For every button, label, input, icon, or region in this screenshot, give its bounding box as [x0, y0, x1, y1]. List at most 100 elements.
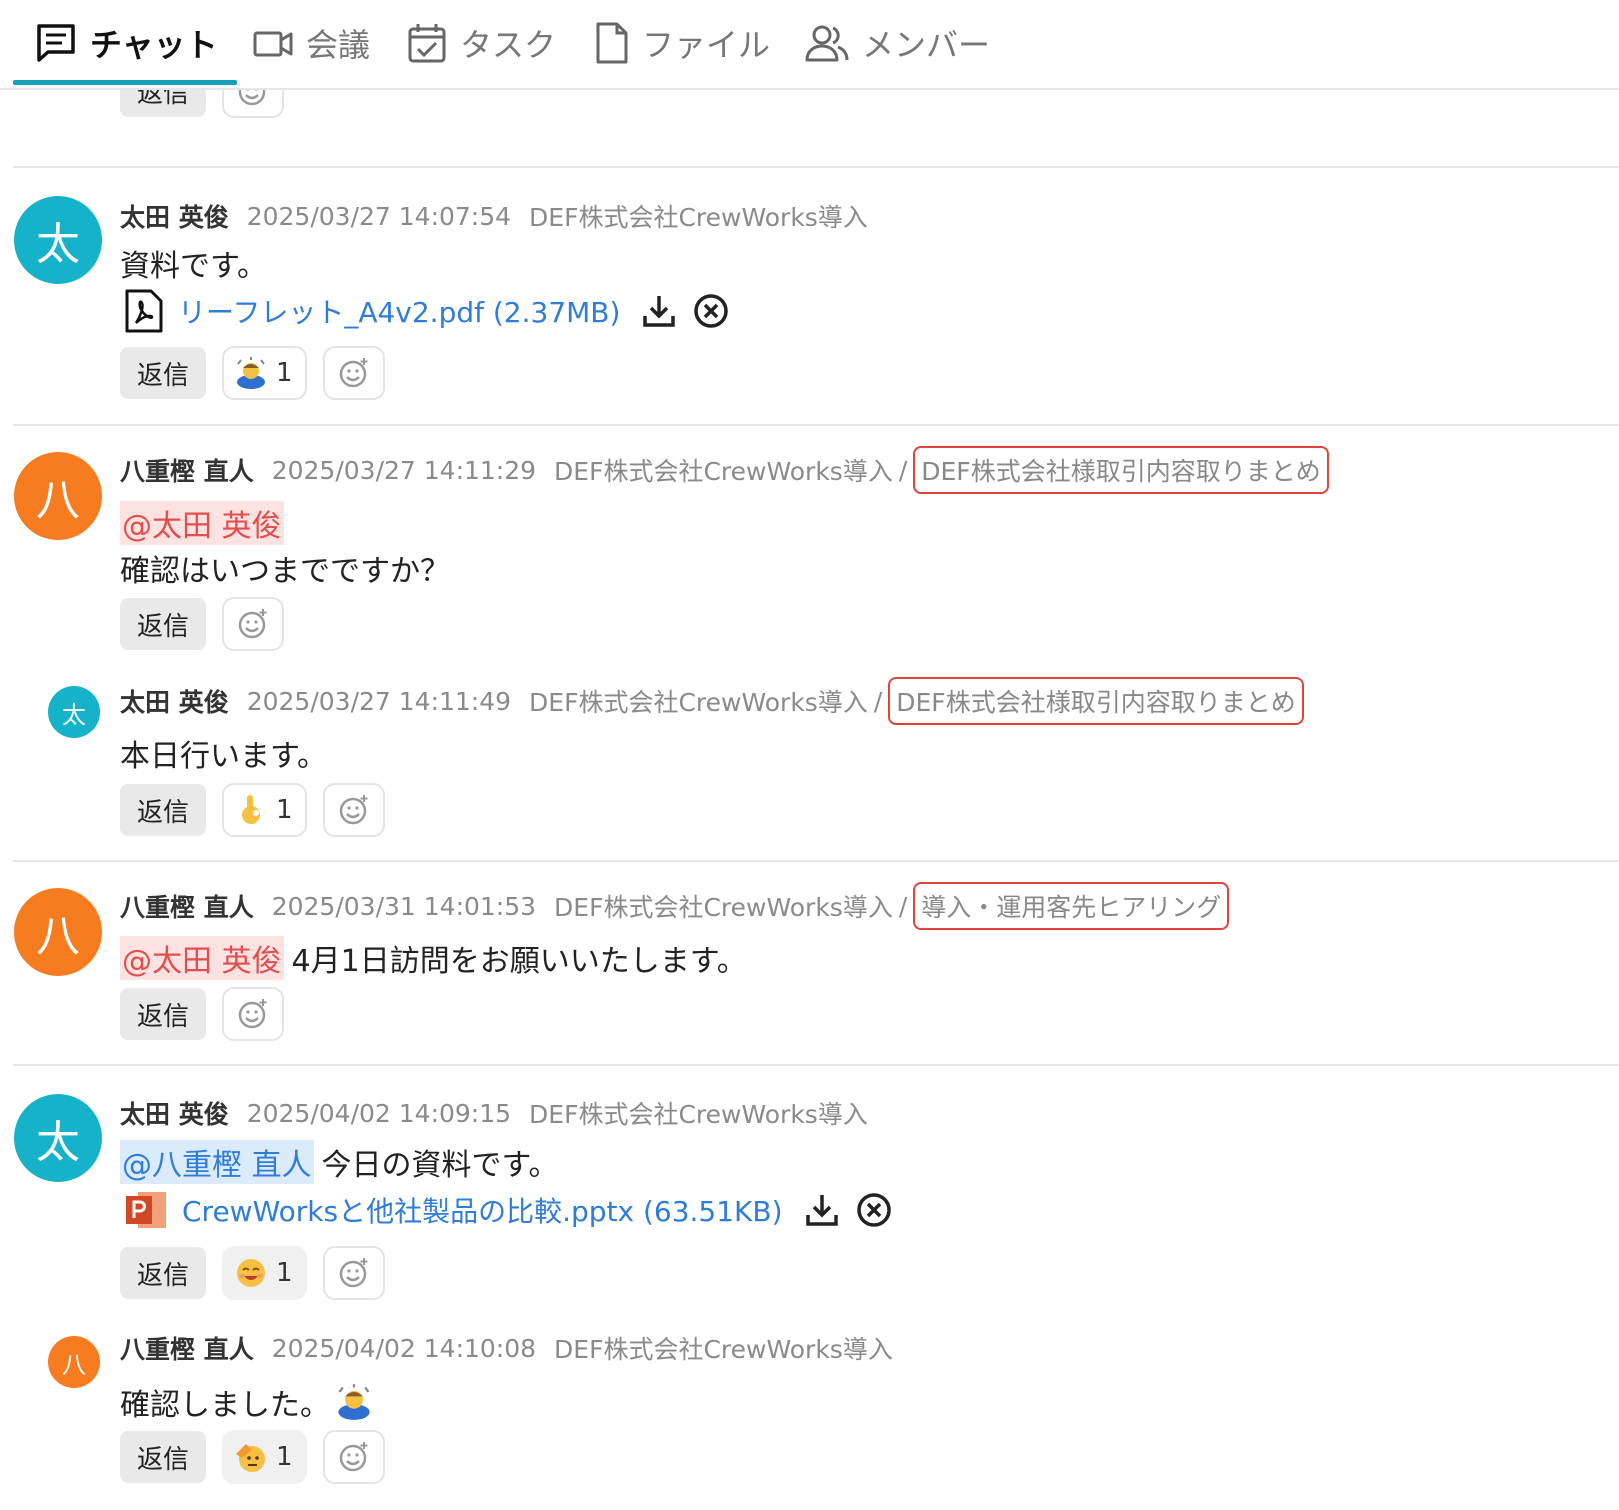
channel-name[interactable]: DEF株式会社CrewWorks導入: [554, 888, 893, 924]
reaction-chip[interactable]: 1: [222, 1430, 307, 1484]
message-header: 八重樫 直人 2025/04/02 14:10:08 DEF株式会社CrewWo…: [120, 1330, 893, 1366]
tab-task-label: タスク: [460, 26, 557, 64]
file-link[interactable]: リーフレット_A4v2.pdf (2.37MB): [178, 291, 620, 331]
active-tab-indicator: [13, 80, 237, 85]
channel-name[interactable]: DEF株式会社CrewWorks導入: [529, 683, 868, 719]
message-header: 太田 英俊 2025/03/27 14:07:54 DEF株式会社CrewWor…: [120, 198, 868, 234]
path-separator: /: [898, 455, 908, 485]
message-text: 資料です。: [120, 249, 267, 284]
message-text: 確認しました。: [120, 1380, 374, 1424]
message-actions: 返信 1: [120, 1430, 385, 1484]
mention[interactable]: @太田 英俊: [120, 501, 284, 545]
smiling-face-emoji: [237, 1259, 265, 1287]
add-reaction-button[interactable]: [222, 987, 284, 1041]
person-bowing-emoji: [237, 357, 265, 389]
avatar[interactable]: 八: [14, 888, 102, 976]
reply-button[interactable]: 返信: [120, 1247, 206, 1299]
topic-name[interactable]: DEF株式会社様取引内容取りまとめ: [888, 677, 1304, 725]
message-header: 太田 英俊 2025/03/27 14:11:49 DEF株式会社CrewWor…: [120, 677, 1304, 725]
message-actions: 返信 1: [120, 783, 385, 837]
timestamp: 2025/03/31 14:01:53: [271, 891, 537, 921]
video-icon: [252, 25, 294, 61]
message-text: @八重樫 直人 今日の資料です。: [120, 1140, 559, 1184]
add-reaction-button[interactable]: [222, 90, 284, 118]
file-link[interactable]: CrewWorksと他社製品の比較.pptx (63.51KB): [182, 1190, 783, 1230]
reaction-count: 1: [276, 1258, 293, 1288]
topic-name[interactable]: DEF株式会社様取引内容取りまとめ: [913, 446, 1329, 494]
author-name[interactable]: 八重樫 直人: [120, 888, 254, 924]
file-attachment: CrewWorksと他社製品の比較.pptx (63.51KB): [124, 1188, 893, 1232]
avatar[interactable]: 太: [14, 1094, 102, 1182]
author-name[interactable]: 太田 英俊: [120, 683, 229, 719]
download-icon[interactable]: [640, 292, 678, 330]
message-separator: [13, 860, 1619, 862]
avatar[interactable]: 八: [14, 452, 102, 540]
reaction-chip[interactable]: 1: [222, 346, 307, 400]
reply-button[interactable]: 返信: [120, 784, 206, 836]
reaction-chip[interactable]: 1: [222, 783, 307, 837]
add-reaction-button[interactable]: [322, 783, 385, 837]
tab-task[interactable]: タスク: [406, 0, 556, 86]
tab-meeting-label: 会議: [306, 26, 371, 64]
tab-chat[interactable]: チャット: [34, 0, 218, 86]
mention[interactable]: @八重樫 直人: [120, 1140, 314, 1184]
message-actions: 返信 1: [120, 1246, 385, 1300]
tab-meeting[interactable]: 会議: [252, 0, 370, 86]
author-name[interactable]: 太田 英俊: [120, 1095, 229, 1131]
add-emoji-icon: [339, 1442, 368, 1472]
add-reaction-button[interactable]: [322, 1246, 385, 1300]
mention[interactable]: @太田 英俊: [120, 936, 284, 980]
file-attachment: リーフレット_A4v2.pdf (2.37MB): [124, 289, 730, 333]
members-icon: [804, 23, 850, 63]
tab-members-label: メンバー: [862, 26, 991, 64]
task-icon: [406, 21, 448, 65]
pptx-icon: [126, 1192, 166, 1228]
tab-chat-label: チャット: [90, 26, 218, 64]
pdf-icon: [125, 289, 163, 333]
file-icon: [594, 21, 630, 65]
reply-button[interactable]: 返信: [120, 90, 206, 117]
timestamp: 2025/04/02 14:10:08: [271, 1333, 537, 1363]
message-text: @太田 英俊 4月1日訪問をお願いいたします。: [120, 936, 747, 980]
message-separator: [13, 166, 1619, 168]
author-name[interactable]: 太田 英俊: [120, 198, 229, 234]
reaction-count: 1: [276, 795, 293, 825]
channel-name[interactable]: DEF株式会社CrewWorks導入: [529, 1095, 868, 1131]
message-actions: 返信 1: [120, 346, 385, 400]
avatar[interactable]: 太: [48, 686, 100, 738]
tab-file[interactable]: ファイル: [594, 0, 770, 86]
avatar[interactable]: 八: [48, 1336, 100, 1388]
channel-name[interactable]: DEF株式会社CrewWorks導入: [554, 1330, 893, 1366]
reply-button[interactable]: 返信: [120, 1431, 206, 1483]
saluting-face-emoji: [236, 1444, 265, 1472]
person-bowing-emoji: [338, 1384, 370, 1420]
reaction-chip[interactable]: 1: [222, 1246, 307, 1300]
ok-hand-emoji: [242, 795, 260, 824]
message-header: 八重樫 直人 2025/03/27 14:11:29 DEF株式会社CrewWo…: [120, 446, 1329, 494]
author-name[interactable]: 八重樫 直人: [120, 1330, 254, 1366]
author-name[interactable]: 八重樫 直人: [120, 452, 254, 488]
message-header: 八重樫 直人 2025/03/31 14:01:53 DEF株式会社CrewWo…: [120, 882, 1230, 930]
avatar[interactable]: 太: [14, 196, 102, 284]
message-separator: [13, 424, 1619, 426]
close-circle-icon[interactable]: [692, 292, 730, 330]
close-circle-icon[interactable]: [855, 1191, 893, 1229]
reply-button[interactable]: 返信: [120, 347, 206, 399]
channel-name[interactable]: DEF株式会社CrewWorks導入: [529, 198, 868, 234]
tab-members[interactable]: メンバー: [804, 0, 990, 86]
tab-bar: チャット 会議 タスク ファイル メンバー: [0, 0, 1619, 90]
channel-name[interactable]: DEF株式会社CrewWorks導入: [554, 452, 893, 488]
timestamp: 2025/03/27 14:07:54: [246, 201, 512, 231]
add-reaction-button[interactable]: [322, 346, 385, 400]
add-emoji-icon: [339, 795, 368, 825]
download-icon[interactable]: [803, 1191, 841, 1229]
topic-name[interactable]: 導入・運用客先ヒアリング: [913, 882, 1230, 930]
timestamp: 2025/03/27 14:11:49: [246, 686, 512, 716]
reply-button[interactable]: 返信: [120, 598, 206, 650]
add-reaction-button[interactable]: [222, 597, 284, 651]
timestamp: 2025/03/27 14:11:29: [271, 455, 537, 485]
add-emoji-icon: [238, 609, 267, 639]
message-separator: [13, 1064, 1619, 1066]
reply-button[interactable]: 返信: [120, 988, 206, 1040]
add-reaction-button[interactable]: [322, 1430, 385, 1484]
